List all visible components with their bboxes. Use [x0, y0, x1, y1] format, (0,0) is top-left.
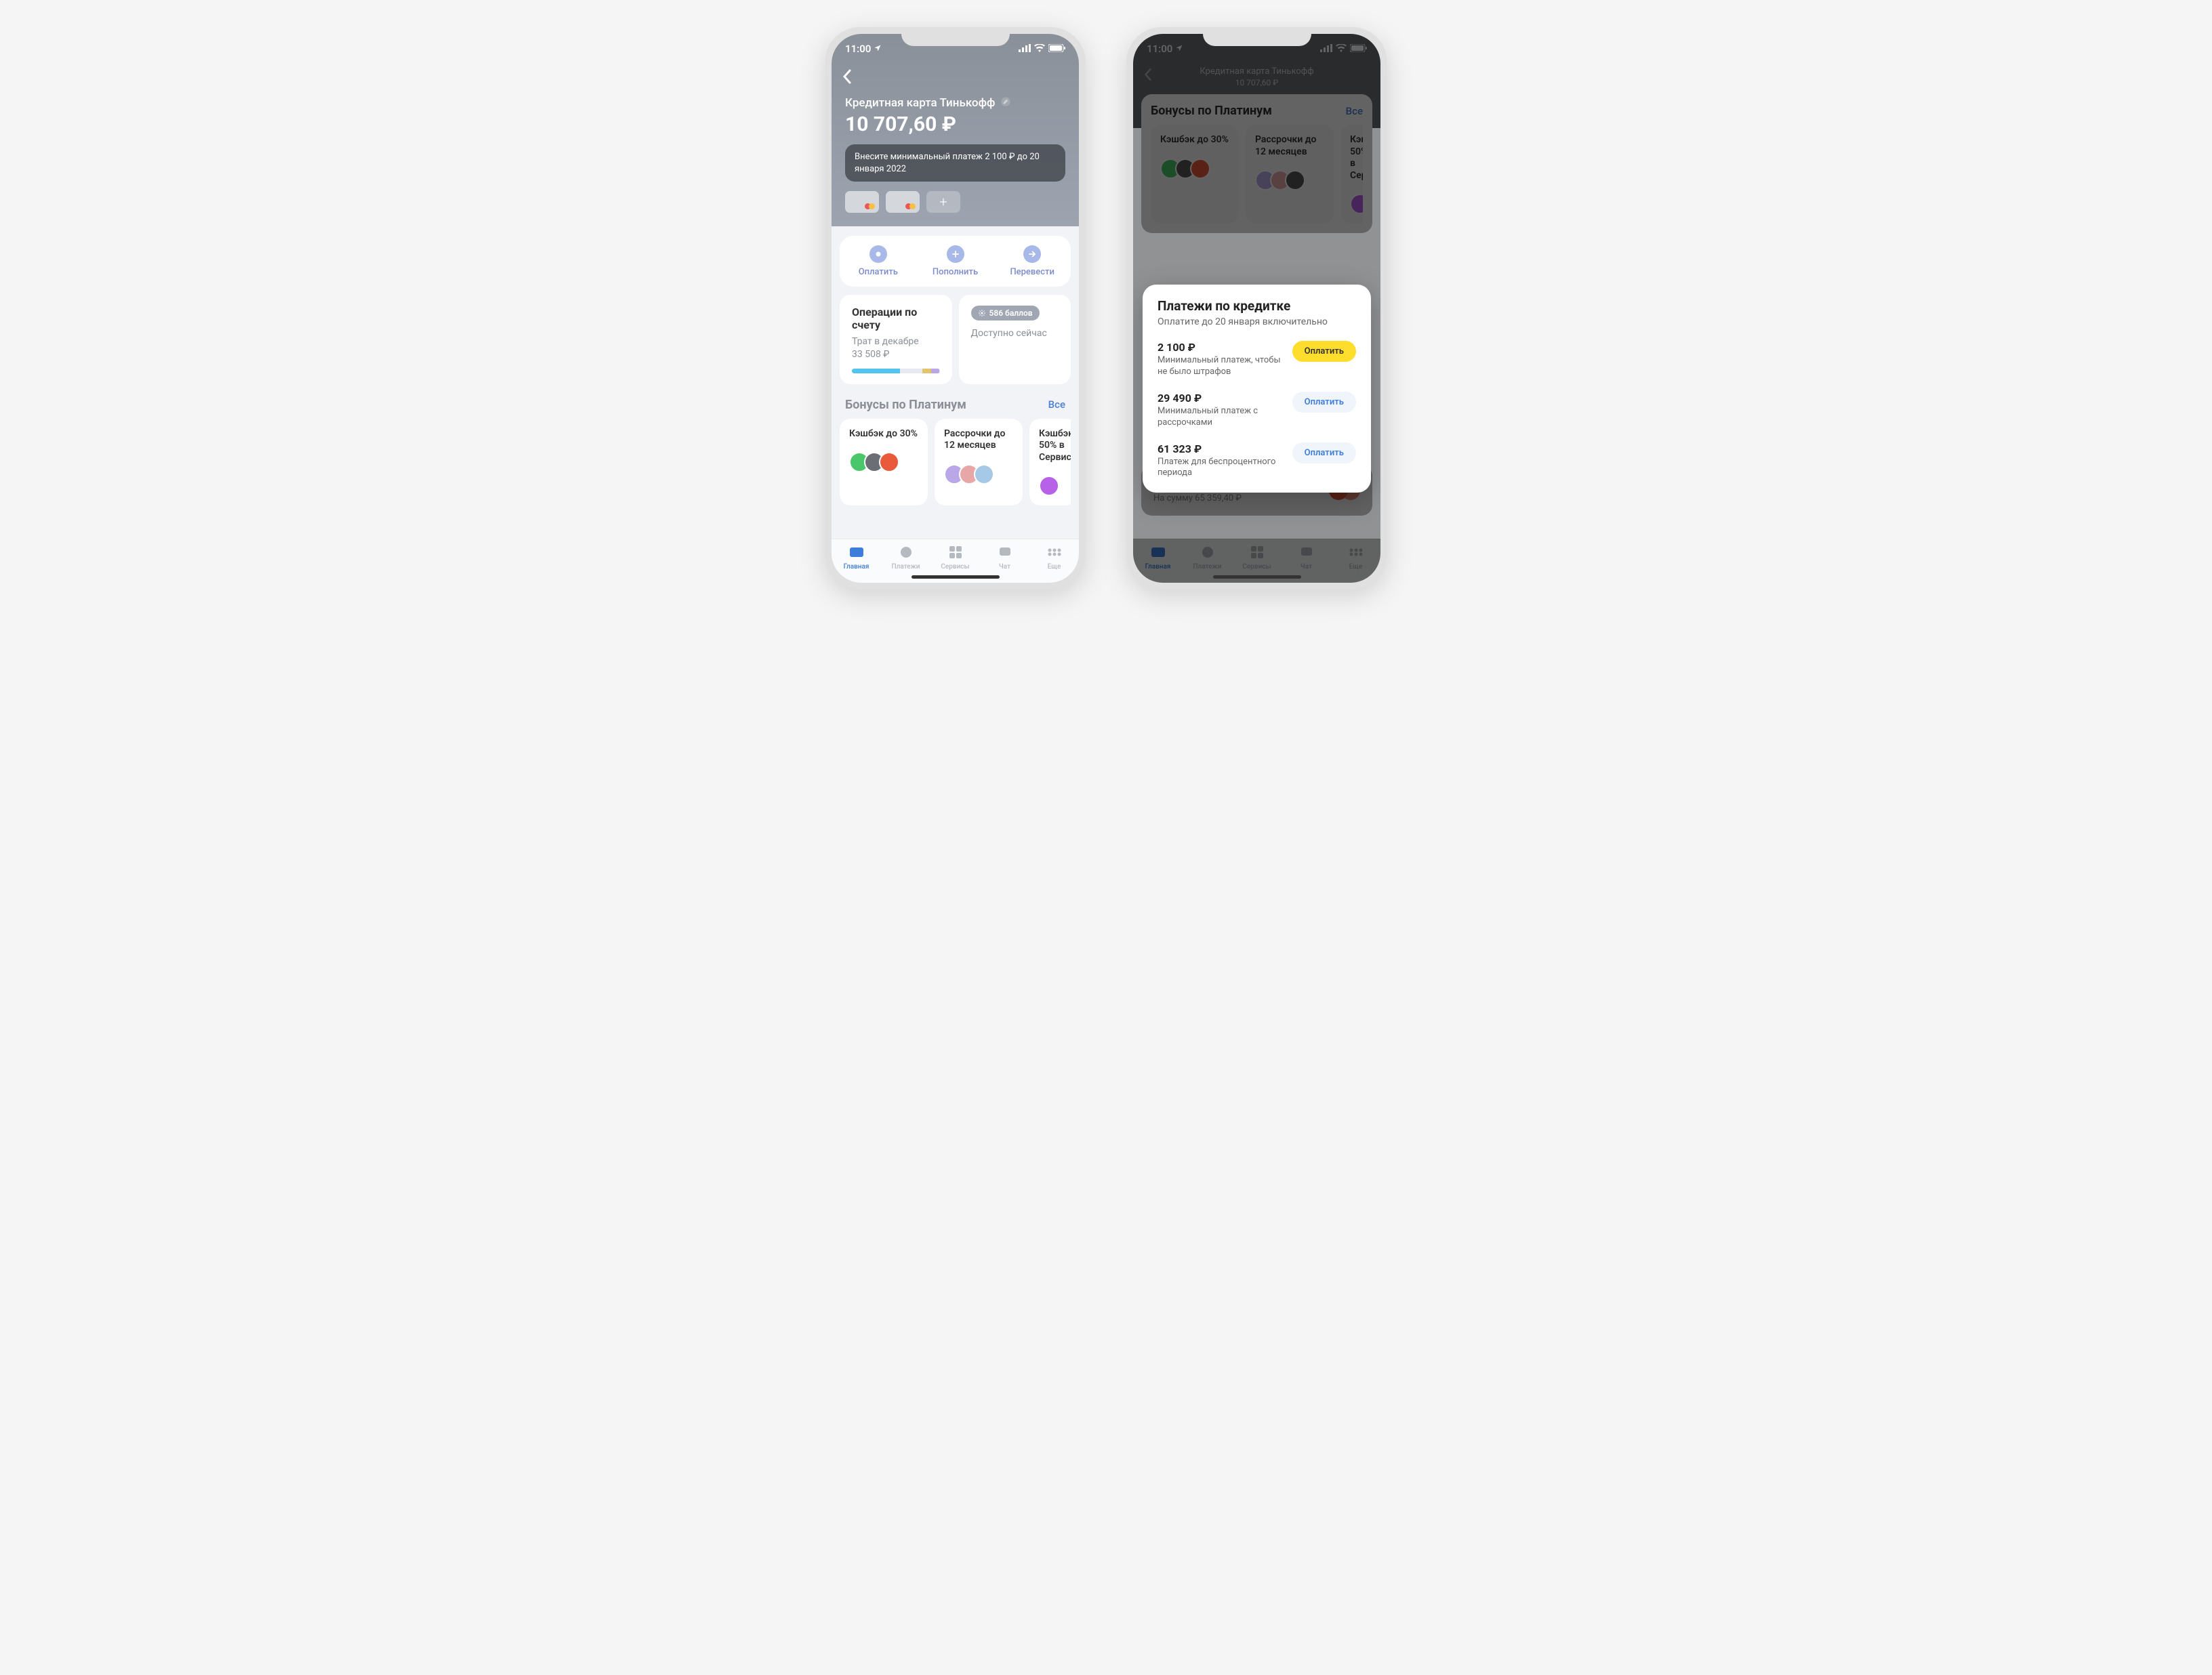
payment-option: 61 323 ₽ Платеж для беспроцентного перио…: [1158, 442, 1356, 480]
points-badge: 586 баллов: [971, 306, 1040, 320]
home-indicator: [912, 575, 1000, 579]
cards-row: +: [832, 182, 1079, 213]
bonus-card-text: Кэшбэк 50% в Сервисах: [1039, 428, 1067, 464]
services-icon: [947, 543, 964, 561]
tab-chat[interactable]: Чат: [980, 543, 1029, 571]
wifi-icon: [1034, 43, 1045, 55]
bonus-card[interactable]: Кэшбэк 50% в Сервисах: [1029, 419, 1071, 506]
phone-mockup-1: 11:00 Кредитная карта Тиньк: [825, 27, 1086, 590]
add-card-button[interactable]: +: [926, 191, 960, 213]
pay-button-primary[interactable]: Оплатить: [1292, 341, 1356, 362]
more-icon: [1046, 543, 1063, 561]
tab-services[interactable]: Сервисы: [930, 543, 980, 571]
tab-label: Платежи: [892, 563, 920, 571]
bonus-card-icons: [1039, 476, 1067, 496]
edit-icon[interactable]: [1000, 96, 1011, 110]
payment-amount: 29 490 ₽: [1158, 392, 1292, 405]
bonus-card[interactable]: Рассрочки до 12 месяцев: [935, 419, 1023, 506]
linked-card-1[interactable]: [845, 191, 879, 213]
tab-label: Еще: [1048, 563, 1061, 571]
bonus-section-title: Бонусы по Платинум: [845, 398, 966, 412]
back-button[interactable]: [842, 69, 852, 87]
phone-mockup-2: 11:00 Кредитная карта Тинькофф 10 707,60…: [1126, 27, 1387, 590]
battery-icon: [1048, 43, 1065, 55]
points-card[interactable]: 586 баллов Доступно сейчас: [959, 295, 1071, 384]
tab-label: Главная: [844, 563, 869, 571]
quick-actions: Оплатить Пополнить Перевести: [840, 236, 1071, 287]
operations-title: Операции по счету: [852, 306, 940, 331]
payment-amount: 61 323 ₽: [1158, 442, 1292, 455]
popup-title: Платежи по кредитке: [1158, 298, 1356, 314]
points-sub: Доступно сейчас: [971, 327, 1059, 339]
popup-subtitle: Оплатите до 20 января включительно: [1158, 316, 1356, 327]
account-title: Кредитная карта Тинькофф: [845, 96, 995, 110]
location-icon: [874, 43, 882, 55]
home-icon: [848, 543, 865, 561]
transfer-icon: [1023, 245, 1041, 263]
linked-card-2[interactable]: [886, 191, 920, 213]
action-topup[interactable]: Пополнить: [917, 245, 994, 277]
phone-notch: [1203, 27, 1311, 46]
pay-button[interactable]: Оплатить: [1292, 392, 1356, 413]
tab-payments[interactable]: Платежи: [881, 543, 930, 571]
home-indicator: [1213, 575, 1301, 579]
points-badge-text: 586 баллов: [989, 308, 1033, 318]
payment-desc: Минимальный платеж с рассрочками: [1158, 406, 1292, 429]
bonus-card-icons: [849, 452, 918, 472]
payment-option: 29 490 ₽ Минимальный платеж с рассрочкам…: [1158, 392, 1356, 429]
action-pay[interactable]: Оплатить: [840, 245, 917, 277]
screen-1: 11:00 Кредитная карта Тиньк: [832, 34, 1079, 583]
topup-icon: [947, 245, 964, 263]
pay-button[interactable]: Оплатить: [1292, 442, 1356, 463]
bonus-card[interactable]: Кэшбэк до 30%: [840, 419, 928, 506]
payment-option: 2 100 ₽ Минимальный платеж, чтобы не был…: [1158, 341, 1356, 378]
pay-icon: [869, 245, 887, 263]
min-payment-notice[interactable]: Внесите минимальный платеж 2 100 ₽ до 20…: [845, 144, 1065, 182]
signal-icon: [1019, 43, 1031, 55]
spend-progress: [852, 369, 940, 373]
payments-popup: Платежи по кредитке Оплатите до 20 январ…: [1143, 285, 1371, 493]
bonus-card-text: Рассрочки до 12 месяцев: [944, 428, 1013, 452]
bonus-card-icons: [944, 464, 1013, 484]
payment-amount: 2 100 ₽: [1158, 341, 1292, 354]
operations-sub1: Трат в декабре: [852, 335, 940, 348]
action-topup-label: Пополнить: [933, 267, 978, 277]
bonus-section-all-link[interactable]: Все: [1048, 398, 1065, 411]
payment-desc: Платеж для беспроцентного периода: [1158, 457, 1292, 480]
action-transfer-label: Перевести: [1010, 267, 1054, 277]
tab-more[interactable]: Еще: [1029, 543, 1079, 571]
screen-2: 11:00 Кредитная карта Тинькофф 10 707,60…: [1133, 34, 1380, 583]
action-transfer[interactable]: Перевести: [994, 245, 1071, 277]
account-header: 11:00 Кредитная карта Тиньк: [832, 34, 1079, 226]
operations-sub2: 33 508 ₽: [852, 348, 940, 360]
action-pay-label: Оплатить: [859, 267, 898, 277]
account-balance: 10 707,60 ₽: [845, 112, 1065, 136]
operations-card[interactable]: Операции по счету Трат в декабре 33 508 …: [840, 295, 952, 384]
tab-home[interactable]: Главная: [832, 543, 881, 571]
bonus-cards-row[interactable]: Кэшбэк до 30% Рассрочки до 12 месяцев Кэ…: [840, 419, 1071, 506]
bonus-card-text: Кэшбэк до 30%: [849, 428, 918, 440]
chat-icon: [996, 543, 1014, 561]
gear-icon: [978, 309, 986, 317]
tab-label: Сервисы: [941, 563, 969, 571]
tab-label: Чат: [999, 563, 1010, 571]
phone-notch: [901, 27, 1010, 46]
payment-desc: Минимальный платеж, чтобы не было штрафо…: [1158, 355, 1292, 378]
status-time: 11:00: [845, 43, 871, 55]
payments-icon: [897, 543, 915, 561]
